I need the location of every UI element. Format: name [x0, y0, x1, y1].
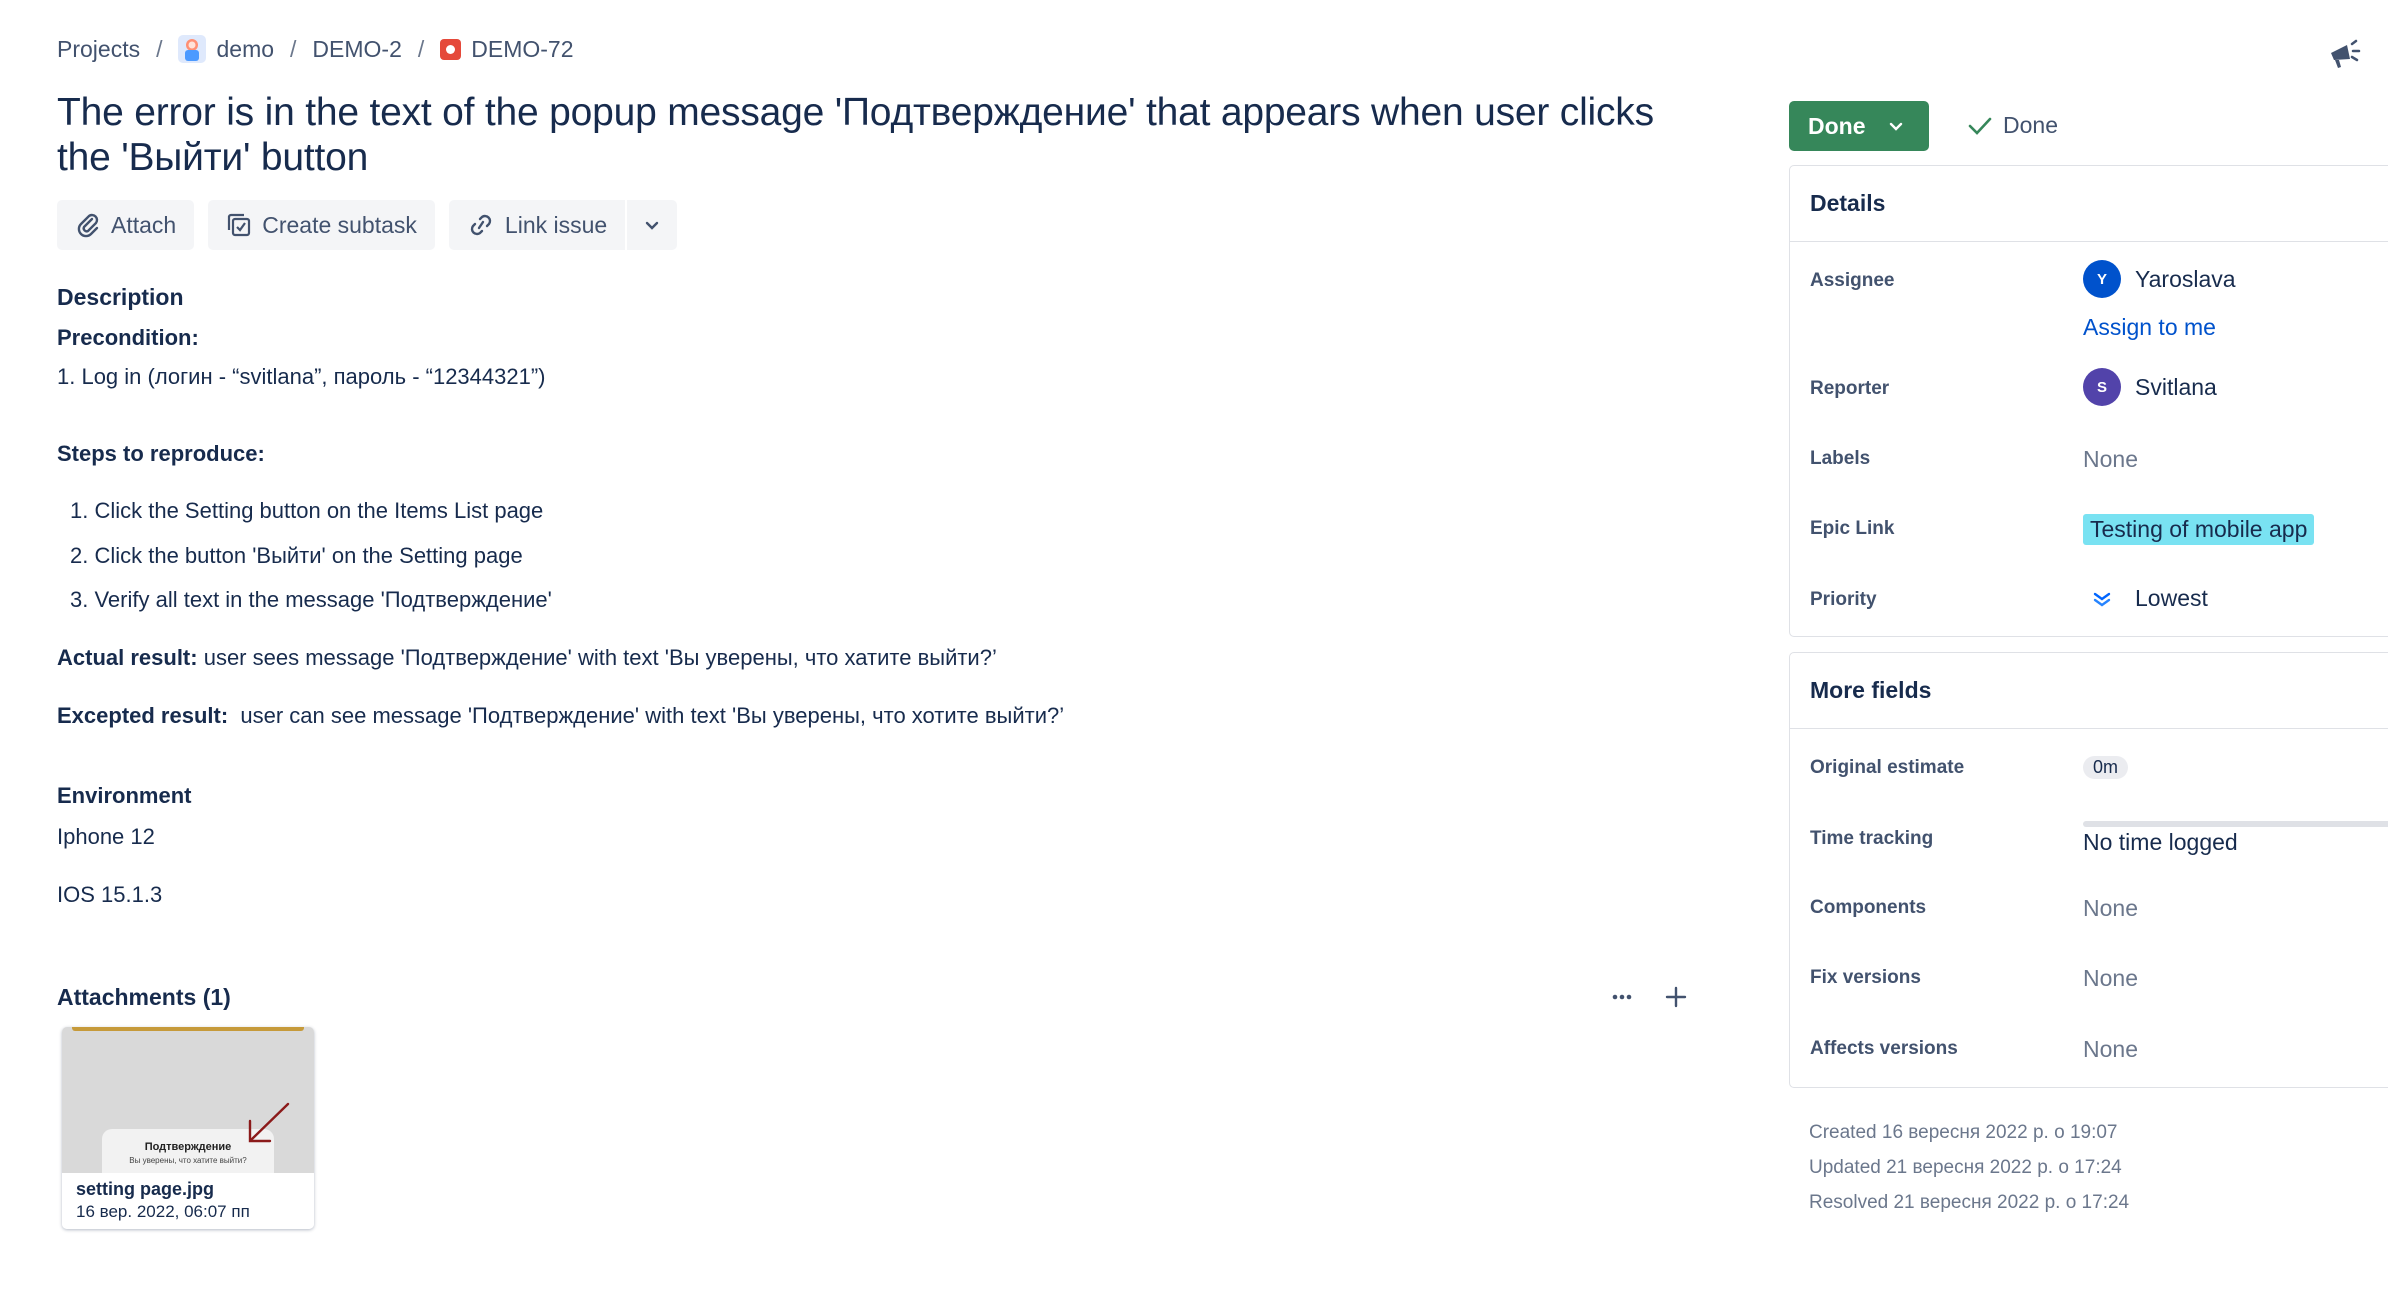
- attach-label: Attach: [111, 211, 177, 238]
- step-item: 2. Click the button 'Выйти' on the Setti…: [70, 543, 523, 568]
- original-estimate-value[interactable]: 0m: [2083, 756, 2129, 779]
- issue-toolbar: Attach Create subtask Link issue: [57, 200, 678, 250]
- link-icon: [470, 214, 492, 236]
- reporter-value[interactable]: S Svitlana: [2083, 368, 2217, 406]
- breadcrumb-separator: /: [290, 35, 297, 62]
- bug-icon: [440, 38, 462, 60]
- environment-line: Iphone 12: [57, 824, 155, 849]
- attachment-thumbnail: Подтверждение Вы уверены, что хатите вый…: [62, 1027, 314, 1185]
- create-subtask-label: Create subtask: [262, 211, 417, 238]
- breadcrumb-separator: /: [417, 35, 425, 62]
- epic-chip[interactable]: Testing of mobile app: [2083, 514, 2315, 545]
- epic-link-value[interactable]: Testing of mobile app: [2083, 514, 2315, 545]
- epic-link-label: Epic Link: [1810, 518, 1895, 539]
- attachments-header: Attachments (1): [57, 984, 231, 1010]
- thumbnail-dialog-text: Вы уверены, что хатите выйти?: [129, 1156, 247, 1165]
- attachment-card[interactable]: Подтверждение Вы уверены, что хатите вый…: [62, 1027, 314, 1229]
- megaphone-icon[interactable]: [2326, 36, 2362, 72]
- fix-versions-label: Fix versions: [1810, 967, 1921, 988]
- expected-result: Excepted result: user can see message 'П…: [57, 703, 1064, 729]
- assignee-label: Assignee: [1810, 270, 1895, 291]
- details-header[interactable]: Details: [1790, 166, 2388, 242]
- attach-button[interactable]: Attach: [57, 200, 195, 250]
- add-icon[interactable]: [1664, 985, 1688, 1009]
- more-actions-dropdown[interactable]: [627, 200, 678, 250]
- assign-to-me-link[interactable]: Assign to me: [2083, 314, 2216, 341]
- attachment-meta: setting page.jpg 16 вер. 2022, 06:07 пп: [62, 1173, 314, 1229]
- reporter-avatar: S: [2083, 368, 2121, 406]
- create-subtask-button[interactable]: Create subtask: [208, 200, 435, 250]
- link-issue-label: Link issue: [504, 211, 608, 238]
- time-tracking-label: Time tracking: [1810, 828, 1934, 849]
- actual-result-text: user sees message 'Подтверждение' with t…: [197, 645, 997, 670]
- environment-line: IOS 15.1.3: [57, 882, 163, 907]
- more-fields-header[interactable]: More fields: [1790, 653, 2388, 729]
- status-dropdown-button[interactable]: Done: [1789, 101, 1929, 151]
- arrow-annotation-icon: [248, 1102, 290, 1143]
- precondition-text: 1. Log in (логин - “svitlana”, пароль - …: [57, 364, 546, 389]
- checkmark-icon: [1968, 117, 1992, 135]
- breadcrumb: Projects / demo / DEMO-2 / DEMO-72: [57, 34, 574, 64]
- labels-value[interactable]: None: [2083, 446, 2138, 473]
- issue-title[interactable]: The error is in the text of the popup me…: [57, 90, 1717, 180]
- details-panel: Details Assignee Y Yaroslava Assign to m…: [1789, 165, 2388, 637]
- step-item: 1. Click the Setting button on the Items…: [70, 498, 544, 523]
- labels-label: Labels: [1810, 448, 1871, 469]
- affects-versions-value[interactable]: None: [2083, 1036, 2138, 1063]
- created-timestamp: Created 16 вересня 2022 р. о 19:07: [1809, 1122, 2118, 1143]
- more-icon[interactable]: [1610, 985, 1634, 1009]
- breadcrumb-parent-issue[interactable]: DEMO-2: [312, 36, 401, 63]
- original-estimate-chip: 0m: [2083, 756, 2129, 779]
- attachments-actions: [1610, 985, 1688, 1009]
- breadcrumb-issue[interactable]: DEMO-72: [440, 35, 574, 63]
- attachment-name: setting page.jpg: [76, 1179, 215, 1199]
- issue-timestamps: Created 16 вересня 2022 р. о 19:07 Updat…: [1809, 1115, 2129, 1220]
- environment-label: Environment: [57, 783, 192, 808]
- time-tracking-bar[interactable]: [2083, 821, 2388, 827]
- chevron-down-icon: [1889, 122, 1902, 131]
- components-label: Components: [1810, 897, 1927, 918]
- attachment-date: 16 вер. 2022, 06:07 пп: [76, 1202, 250, 1221]
- resolution-label: Done: [2003, 112, 2058, 138]
- assignee-value[interactable]: Y Yaroslava: [2083, 260, 2236, 298]
- assignee-avatar: Y: [2083, 260, 2121, 298]
- assignee-name: Yaroslava: [2135, 265, 2236, 292]
- actual-result: Actual result: user sees message 'Подтве…: [57, 645, 997, 671]
- link-issue-button[interactable]: Link issue: [448, 200, 626, 250]
- breadcrumb-issue-key: DEMO-72: [471, 35, 574, 62]
- steps-label: Steps to reproduce:: [57, 441, 265, 466]
- expected-result-label: Excepted result:: [57, 703, 229, 728]
- priority-value[interactable]: Lowest: [2083, 585, 2208, 612]
- reporter-label: Reporter: [1810, 378, 1890, 399]
- project-avatar-icon: [178, 35, 207, 63]
- priority-name: Lowest: [2135, 585, 2208, 611]
- reporter-name: Svitlana: [2135, 373, 2217, 400]
- resolved-timestamp: Resolved 21 вересня 2022 р. о 17:24: [1809, 1192, 2130, 1213]
- paperclip-icon: [77, 213, 99, 238]
- precondition-label: Precondition:: [57, 325, 199, 350]
- subtask-icon: [228, 213, 251, 237]
- breadcrumb-project-label: demo: [216, 35, 275, 62]
- components-value[interactable]: None: [2083, 895, 2138, 922]
- fix-versions-value[interactable]: None: [2083, 965, 2138, 992]
- time-tracking-value[interactable]: No time logged: [2083, 829, 2238, 856]
- original-estimate-label: Original estimate: [1810, 757, 1965, 778]
- link-issue-group: Link issue: [448, 200, 678, 250]
- description-heading: Description: [57, 284, 184, 310]
- updated-timestamp: Updated 21 вересня 2022 р. о 17:24: [1809, 1157, 2122, 1178]
- breadcrumb-project[interactable]: demo: [178, 35, 274, 63]
- affects-versions-label: Affects versions: [1810, 1038, 1958, 1059]
- priority-label: Priority: [1810, 589, 1877, 610]
- more-fields-panel: More fields Original estimate 0m Time tr…: [1789, 652, 2388, 1088]
- expected-result-text: user can see message 'Подтверждение' wit…: [228, 703, 1065, 728]
- actual-result-label: Actual result:: [57, 645, 198, 670]
- breadcrumb-projects[interactable]: Projects: [57, 36, 140, 63]
- step-item: 3. Verify all text in the message 'Подтв…: [70, 587, 552, 612]
- status-label: Done: [1808, 112, 1866, 139]
- chevron-down-icon: [646, 221, 659, 230]
- breadcrumb-separator: /: [156, 35, 163, 62]
- resolution: Done: [1967, 112, 2058, 139]
- priority-lowest-icon: [2093, 592, 2111, 606]
